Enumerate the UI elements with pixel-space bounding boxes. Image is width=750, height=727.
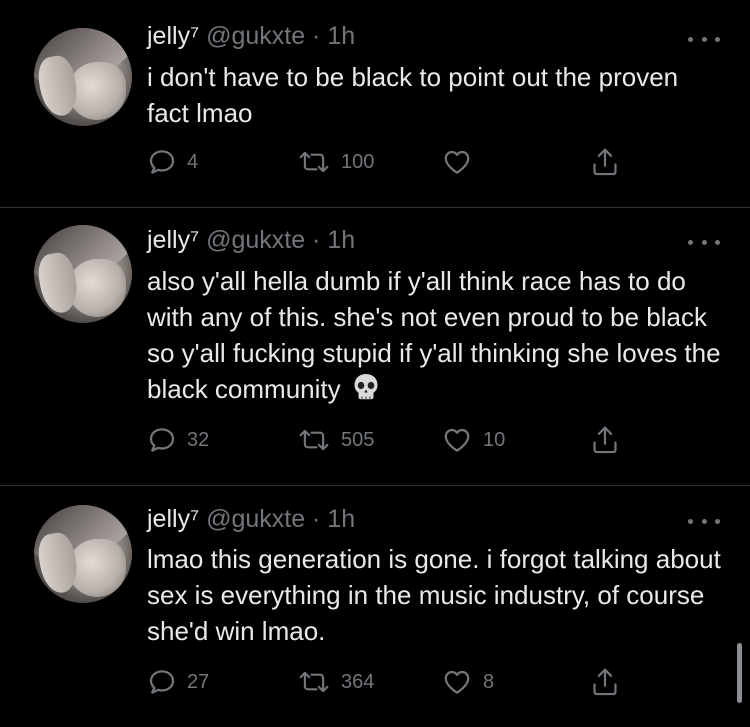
reply-icon: [149, 428, 175, 452]
tweet-text: lmao this generation is gone. i forgot t…: [147, 544, 721, 646]
reply-button[interactable]: 4: [147, 144, 198, 180]
tweet-actions: 32 505 10: [0, 422, 750, 458]
more-options-icon[interactable]: [688, 237, 720, 247]
heart-icon: [444, 428, 470, 452]
retweet-button[interactable]: 364: [297, 664, 374, 700]
retweet-button[interactable]: 100: [297, 144, 374, 180]
share-button[interactable]: [590, 422, 620, 458]
heart-icon: [444, 670, 470, 694]
tweet-header: jelly⁷ @gukxte · 1h: [147, 226, 355, 255]
display-name[interactable]: jelly⁷: [147, 505, 199, 533]
avatar-face: [68, 259, 126, 317]
like-button[interactable]: [441, 144, 483, 180]
tweet-divider: [0, 485, 750, 486]
more-options-icon[interactable]: [688, 516, 720, 526]
reply-button[interactable]: 32: [147, 422, 209, 458]
share-button[interactable]: [590, 664, 620, 700]
reply-count: 4: [187, 150, 199, 173]
handle-and-time[interactable]: @gukxte · 1h: [206, 226, 355, 254]
tweet-header: jelly⁷ @gukxte · 1h: [147, 22, 355, 51]
display-name[interactable]: jelly⁷: [147, 226, 199, 254]
reply-icon: [149, 150, 175, 174]
retweet-count: 505: [341, 428, 375, 451]
share-button[interactable]: [590, 144, 620, 180]
avatar-face: [68, 62, 126, 120]
handle-and-time[interactable]: @gukxte · 1h: [206, 505, 355, 533]
reply-count: 32: [187, 428, 210, 451]
reply-count: 27: [187, 670, 210, 693]
tweet-header: jelly⁷ @gukxte · 1h: [147, 505, 355, 534]
skull-emoji: [351, 372, 381, 411]
reply-button[interactable]: 27: [147, 664, 209, 700]
reply-icon: [149, 670, 175, 694]
scrollbar[interactable]: [737, 643, 742, 703]
share-icon: [593, 148, 617, 176]
retweet-count: 100: [341, 150, 375, 173]
avatar[interactable]: [34, 225, 132, 323]
tweet-actions: 4 100: [0, 144, 750, 180]
avatar[interactable]: [34, 505, 132, 603]
retweet-button[interactable]: 505: [297, 422, 374, 458]
display-name[interactable]: jelly⁷: [147, 22, 199, 50]
like-count: 8: [483, 670, 495, 693]
retweet-icon: [299, 151, 329, 173]
avatar-face: [68, 539, 126, 597]
heart-icon: [444, 150, 470, 174]
like-button[interactable]: 10: [441, 422, 505, 458]
like-button[interactable]: 8: [441, 664, 494, 700]
retweet-icon: [299, 671, 329, 693]
tweet-text: also y'all hella dumb if y'all think rac…: [147, 263, 727, 411]
avatar[interactable]: [34, 28, 132, 126]
share-icon: [593, 426, 617, 454]
like-count: 10: [483, 428, 506, 451]
tweet-divider: [0, 207, 750, 208]
tweet-actions: 27 364 8: [0, 664, 750, 700]
tweet-text: i don't have to be black to point out th…: [147, 62, 679, 128]
tweet-text-content: also y'all hella dumb if y'all think rac…: [147, 266, 721, 404]
handle-and-time[interactable]: @gukxte · 1h: [206, 22, 355, 50]
more-options-icon[interactable]: [688, 34, 720, 44]
retweet-icon: [299, 429, 329, 451]
share-icon: [593, 668, 617, 696]
retweet-count: 364: [341, 670, 375, 693]
